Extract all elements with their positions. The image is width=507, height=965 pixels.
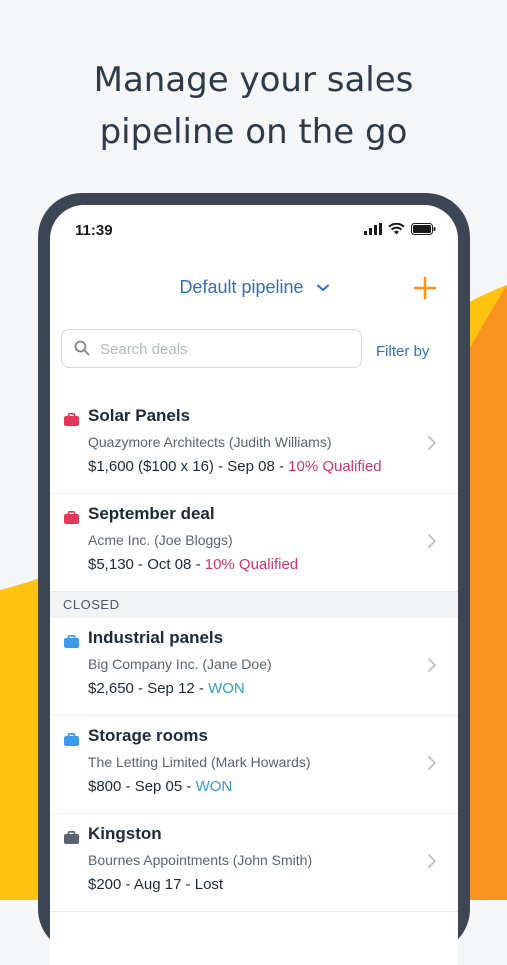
- deal-meta: $200 - Aug 17 - Lost: [88, 876, 223, 893]
- search-box[interactable]: [61, 329, 362, 369]
- deal-meta: $1,600 ($100 x 16) - Sep 08 - 10% Qualif…: [88, 458, 382, 475]
- deal-value-date: $200 - Aug 17 -: [88, 876, 195, 893]
- briefcase-icon-blue: [64, 733, 79, 746]
- deal-row[interactable]: Industrial panels Big Company Inc. (Jane…: [50, 618, 458, 716]
- headline-line-1: Manage your sales: [93, 60, 414, 100]
- closed-deals-group: Industrial panels Big Company Inc. (Jane…: [50, 618, 458, 912]
- deal-value-date: $800 - Sep 05 -: [88, 778, 196, 795]
- deal-organization: Quazymore Architects (Judith Williams): [88, 434, 332, 450]
- deal-organization: Acme Inc. (Joe Bloggs): [88, 532, 233, 548]
- status-bar: 11:39: [50, 205, 458, 255]
- headline: Manage your sales pipeline on the go: [0, 54, 507, 158]
- phone-screen: 11:39 Default pipeline Search deals Filt…: [50, 205, 458, 965]
- deal-status: 10% Qualified: [204, 556, 299, 573]
- open-deals-group: Solar Panels Quazymore Architects (Judit…: [50, 396, 458, 592]
- closed-section-header: CLOSED: [50, 592, 458, 618]
- pipeline-selector[interactable]: Default pipeline: [50, 277, 458, 298]
- deal-meta: $5,130 - Oct 08 - 10% Qualified: [88, 556, 298, 573]
- status-time: 11:39: [75, 222, 113, 239]
- phone-frame: 11:39 Default pipeline Search deals Filt…: [38, 193, 470, 965]
- filter-by-link[interactable]: Filter by: [376, 343, 429, 360]
- battery-icon: [411, 223, 436, 235]
- deal-title: Kingston: [88, 824, 162, 843]
- pipeline-header: Default pipeline: [50, 273, 458, 305]
- chevron-right-icon: [428, 756, 436, 770]
- deal-value-date: $2,650 - Sep 12 -: [88, 680, 209, 697]
- chevron-right-icon: [428, 658, 436, 672]
- deal-status: WON: [208, 680, 245, 697]
- deal-title: Solar Panels: [88, 406, 191, 425]
- chevron-right-icon: [428, 854, 436, 868]
- search-input[interactable]: [98, 330, 352, 369]
- signal-icon: [364, 223, 382, 235]
- status-icons: [364, 223, 436, 235]
- wifi-icon: [388, 223, 405, 235]
- pipeline-selector-label: Default pipeline: [179, 277, 304, 297]
- deal-meta: $800 - Sep 05 - WON: [88, 778, 232, 795]
- deal-status: 10% Qualified: [288, 458, 382, 475]
- deal-organization: The Letting Limited (Mark Howards): [88, 754, 311, 770]
- deal-row[interactable]: Kingston Bournes Appointments (John Smit…: [50, 814, 458, 912]
- chevron-right-icon: [428, 436, 436, 450]
- deal-value-date: $1,600 ($100 x 16) - Sep 08 -: [88, 458, 289, 475]
- deal-title: Storage rooms: [88, 726, 208, 745]
- chevron-down-icon: [316, 284, 329, 292]
- chevron-right-icon: [428, 534, 436, 548]
- deal-title: Industrial panels: [88, 628, 224, 647]
- search-row: Filter by: [50, 329, 458, 369]
- deal-row[interactable]: September deal Acme Inc. (Joe Bloggs) $5…: [50, 494, 458, 592]
- deal-row[interactable]: Storage rooms The Letting Limited (Mark …: [50, 716, 458, 814]
- briefcase-icon-red: [64, 511, 79, 524]
- deal-value-date: $5,130 - Oct 08 -: [88, 556, 205, 573]
- deal-organization: Bournes Appointments (John Smith): [88, 852, 313, 868]
- deal-list: Solar Panels Quazymore Architects (Judit…: [50, 396, 458, 912]
- search-icon: [74, 340, 90, 356]
- add-deal-button[interactable]: [412, 275, 438, 301]
- briefcase-icon-blue: [64, 635, 79, 648]
- briefcase-icon-red: [64, 413, 79, 426]
- deal-title: September deal: [88, 504, 215, 523]
- deal-status: WON: [195, 778, 233, 795]
- briefcase-icon-gray: [64, 831, 79, 844]
- deal-organization: Big Company Inc. (Jane Doe): [88, 656, 272, 672]
- deal-meta: $2,650 - Sep 12 - WON: [88, 680, 245, 697]
- headline-line-2: pipeline on the go: [99, 112, 408, 152]
- deal-row[interactable]: Solar Panels Quazymore Architects (Judit…: [50, 396, 458, 494]
- deal-status: Lost: [194, 876, 224, 893]
